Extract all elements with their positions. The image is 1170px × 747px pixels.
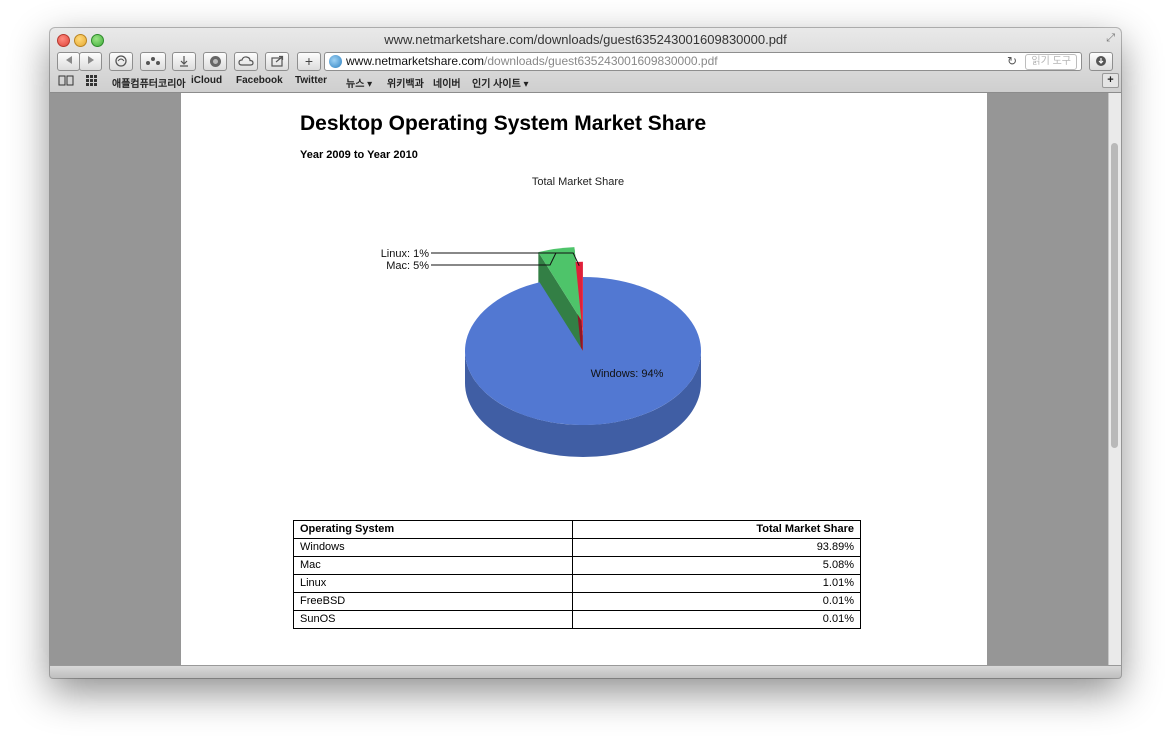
- vertical-scrollbar[interactable]: [1108, 93, 1121, 665]
- site-favicon-icon: [329, 55, 342, 68]
- share-value-cell: 5.08%: [571, 556, 862, 575]
- bookmark-item[interactable]: 애플컴퓨터코리아: [112, 75, 186, 90]
- market-share-table: Operating System Total Market Share Wind…: [293, 520, 862, 629]
- table-row: Windows 93.89%: [293, 538, 862, 557]
- share-value-cell: 93.89%: [571, 538, 862, 557]
- window-title: www.netmarketshare.com/downloads/guest63…: [384, 32, 787, 47]
- bookmarks-grid-icon[interactable]: [86, 75, 98, 86]
- icloud-tabs-button[interactable]: [234, 52, 258, 71]
- pdf-page: Desktop Operating System Market Share Ye…: [181, 93, 987, 665]
- share-icon: [270, 55, 283, 67]
- top-sites-button[interactable]: [203, 52, 227, 71]
- column-header-share: Total Market Share: [571, 520, 862, 539]
- forward-arrow-icon: [87, 56, 94, 64]
- downloads-button[interactable]: [172, 52, 196, 71]
- bookmark-item[interactable]: Facebook: [236, 75, 283, 86]
- back-button[interactable]: [57, 52, 80, 71]
- network-icon: [146, 57, 160, 65]
- new-tab-button[interactable]: +: [1102, 73, 1119, 88]
- bookmark-item[interactable]: iCloud: [191, 75, 222, 86]
- share-value-cell: 0.01%: [571, 610, 862, 629]
- add-bookmark-button[interactable]: +: [297, 52, 321, 71]
- share-value-cell: 1.01%: [571, 574, 862, 593]
- bookmark-item[interactable]: 뉴스 ▾: [346, 75, 372, 90]
- os-name-cell: SunOS: [293, 610, 573, 629]
- address-bar[interactable]: www.netmarketshare.com/downloads/guest63…: [324, 52, 1082, 71]
- table-row: FreeBSD 0.01%: [293, 592, 862, 611]
- slice-label: Windows: 94%: [591, 368, 664, 380]
- back-arrow-icon: [65, 56, 72, 64]
- scrollbar-thumb[interactable]: [1111, 143, 1118, 448]
- table-row: Mac 5.08%: [293, 556, 862, 575]
- os-name-cell: Windows: [293, 538, 573, 557]
- reader-button[interactable]: 읽기 도구: [1025, 54, 1077, 70]
- table-row: Linux 1.01%: [293, 574, 862, 593]
- bookmark-item[interactable]: Twitter: [295, 75, 327, 86]
- slice-label-leader: [431, 252, 557, 266]
- table-row: SunOS 0.01%: [293, 610, 862, 629]
- pie-slice: [465, 277, 701, 426]
- bookmarks-bar: 애플컴퓨터코리아 iCloud Facebook Twitter 뉴스 ▾ 위키…: [50, 72, 1121, 90]
- browser-window: www.netmarketshare.com/downloads/guest63…: [50, 28, 1121, 678]
- fullscreen-icon[interactable]: ⤢: [1106, 32, 1115, 45]
- reading-list-icon[interactable]: [58, 75, 74, 86]
- url-text[interactable]: www.netmarketshare.com/downloads/guest63…: [346, 53, 718, 70]
- share-value-cell: 0.01%: [571, 592, 862, 611]
- share-button[interactable]: [265, 52, 289, 71]
- os-name-cell: FreeBSD: [293, 592, 573, 611]
- chart-title: Total Market Share: [532, 176, 624, 188]
- reload-icon[interactable]: ↻: [1007, 53, 1017, 70]
- pdf-viewport[interactable]: Desktop Operating System Market Share Ye…: [50, 93, 1109, 665]
- url-domain: www.netmarketshare.com: [346, 54, 485, 68]
- bookmark-item[interactable]: 위키백과: [387, 75, 424, 90]
- airdrop-share-button[interactable]: [140, 52, 166, 71]
- bookmark-item[interactable]: 네이버: [433, 75, 461, 90]
- forward-button[interactable]: [79, 52, 102, 71]
- history-icon: [115, 55, 127, 67]
- browser-toolbar: www.netmarketshare.com/downloads/guest63…: [50, 28, 1121, 93]
- bookmark-item[interactable]: 인기 사이트 ▾: [472, 75, 529, 90]
- slice-label: Mac: 5%: [386, 260, 429, 272]
- history-button[interactable]: [109, 52, 133, 71]
- download-circle-icon: [1096, 56, 1106, 66]
- table-header-row: Operating System Total Market Share: [293, 520, 862, 539]
- downloads-icon: [180, 56, 188, 67]
- os-name-cell: Mac: [293, 556, 573, 575]
- window-bottom-bar: [50, 665, 1121, 678]
- top-sites-icon: [209, 56, 221, 67]
- column-header-os: Operating System: [293, 520, 573, 539]
- slice-label: Linux: 1%: [381, 248, 430, 260]
- downloads-indicator-button[interactable]: [1089, 52, 1113, 71]
- cloud-icon: [238, 56, 254, 66]
- url-path: /downloads/guest635243001609830000.pdf: [484, 54, 718, 68]
- pie-chart: Total Market Share Windows: 94% Linux: 1%…: [381, 176, 701, 457]
- os-name-cell: Linux: [293, 574, 573, 593]
